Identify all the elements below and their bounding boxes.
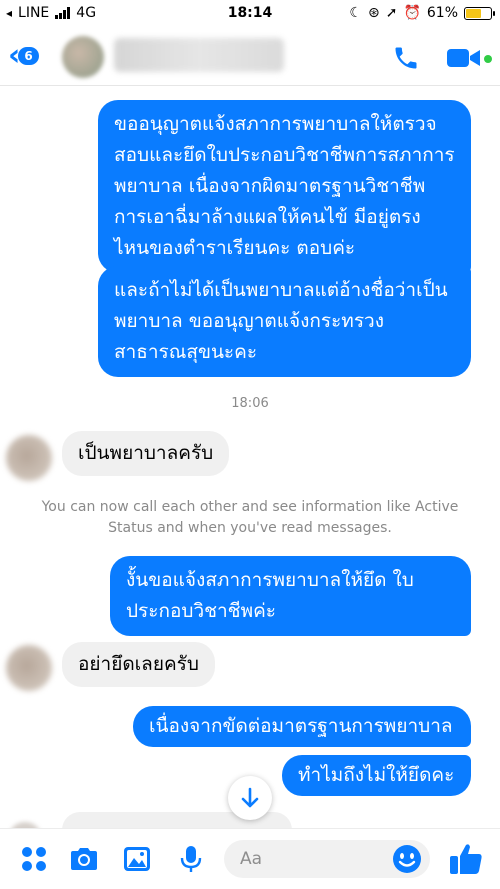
- outgoing-message[interactable]: และถ้าไม่ได้เป็นพยาบาลแต่อ้างชื่อว่าเป็น…: [98, 266, 471, 377]
- outgoing-message[interactable]: ขออนุญาตแจ้งสภาการพยาบาลให้ตรวจสอบและยึด…: [98, 100, 471, 273]
- back-button[interactable]: ‹ 6: [8, 41, 39, 71]
- contact-avatar[interactable]: [62, 36, 104, 78]
- arrow-down-icon: [241, 787, 259, 808]
- phone-icon[interactable]: [392, 44, 420, 72]
- battery-icon: [464, 6, 495, 20]
- camera-icon[interactable]: [68, 843, 100, 875]
- microphone-icon[interactable]: [175, 843, 207, 875]
- location-icon: ➚: [385, 5, 398, 21]
- battery-percent: 61%: [426, 5, 458, 21]
- incoming-message[interactable]: เป็นพยาบาลครับ: [62, 431, 230, 476]
- conversation-header: ‹ 6: [0, 28, 500, 86]
- contact-name-redacted[interactable]: [114, 38, 284, 72]
- lock-rotation-icon: ⊛: [367, 5, 380, 21]
- gallery-icon[interactable]: [121, 843, 153, 875]
- moon-icon: ☾: [349, 5, 362, 21]
- sender-avatar[interactable]: [6, 645, 52, 691]
- apps-icon[interactable]: [18, 843, 50, 875]
- online-status-dot: [484, 55, 492, 63]
- unread-count-badge: 6: [18, 47, 39, 65]
- active-status-notice: You can now call each other and see info…: [41, 499, 459, 536]
- outgoing-message[interactable]: ทำไมถึงไม่ให้ยึดคะ: [282, 755, 471, 796]
- sender-avatar[interactable]: [6, 435, 52, 481]
- status-bar: ◂ LINE 4G 18:14 ☾ ⊛ ➚ ⏰ 61%: [0, 0, 500, 28]
- outgoing-message[interactable]: เนื่องจากขัดต่อมาตรฐานการพยาบาล: [133, 706, 471, 747]
- scroll-to-bottom-button[interactable]: [228, 776, 272, 820]
- alarm-icon: ⏰: [403, 5, 421, 21]
- message-composer: [0, 828, 500, 889]
- outgoing-message[interactable]: งั้นขอแจ้งสภาการพยาบาลให้ยึด ใบประกอบวิช…: [110, 556, 471, 636]
- message-timestamp: 18:06: [231, 396, 269, 411]
- like-icon[interactable]: [448, 841, 484, 877]
- video-call-icon[interactable]: [446, 46, 482, 70]
- emoji-icon[interactable]: [392, 844, 422, 874]
- incoming-message[interactable]: อย่ายึดเลยครับ: [62, 642, 215, 687]
